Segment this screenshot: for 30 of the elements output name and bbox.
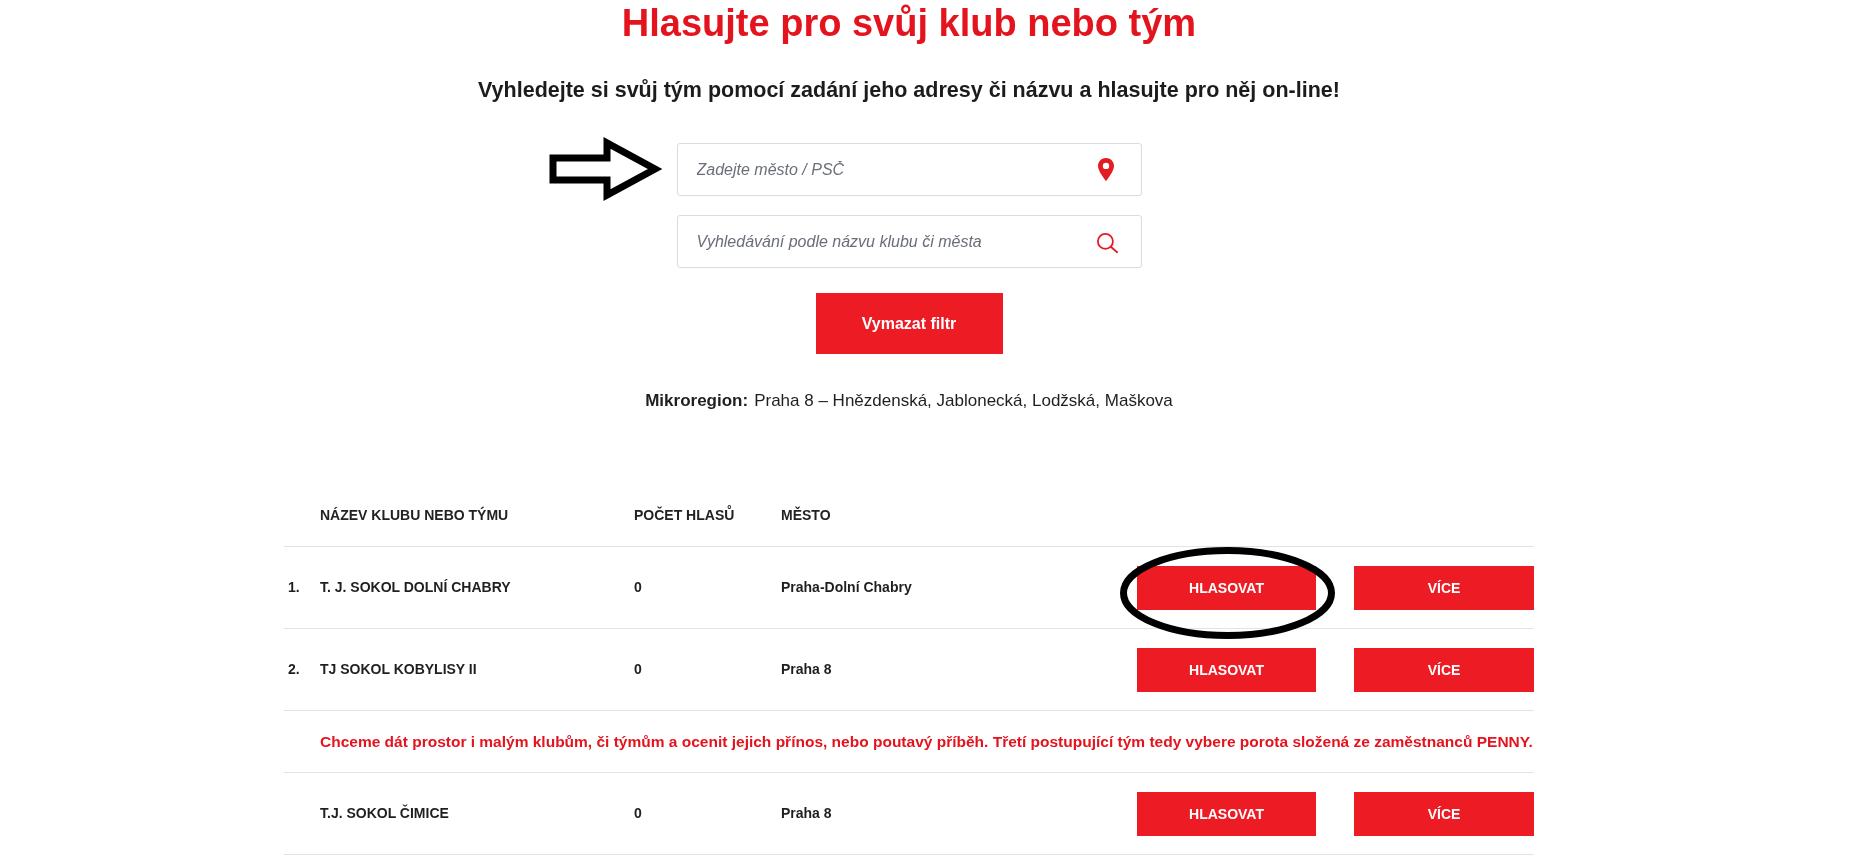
column-header: POČET HLASŮ — [634, 507, 736, 524]
vote-count: 0 — [634, 579, 642, 595]
team-name: TJ SOKOL KOBYLISY II — [320, 661, 477, 677]
rank-number: 1. — [288, 579, 300, 595]
page-title: Hlasujte pro svůj klub nebo tým — [621, 1, 1197, 46]
club-search-field[interactable]: Vyhledávání podle názvu klubu či města — [676, 215, 1142, 268]
clear-filter-button[interactable]: Vymazat filtr — [815, 293, 1003, 354]
vote-button[interactable]: HLASOVAT — [1137, 647, 1316, 692]
info-note: Chceme dát prostor i malým klubům, či týmům a ocenit jejich přínos, nebo poutavý příběh. Třetí postupující tým tedy vybere porota složená ze zaměstnanců PENNY. — [320, 732, 1534, 751]
location-field[interactable]: Zadejte město / PSČ — [676, 143, 1142, 196]
microregion-value: Praha 8 – Hnězdenská, Jablonecká, Lodžská, Maškova — [754, 391, 1173, 410]
column-header: NÁZEV KLUBU NEBO TÝMU — [320, 507, 510, 524]
city-name: Praha-Dolní Chabry — [781, 579, 912, 595]
vote-button[interactable]: HLASOVAT — [1137, 565, 1316, 610]
vote-button[interactable]: HLASOVAT — [1137, 791, 1316, 836]
more-button[interactable]: VÍCE — [1354, 791, 1534, 836]
column-header: MĚSTO — [781, 507, 832, 524]
more-button[interactable]: VÍCE — [1354, 565, 1534, 610]
page-subtitle: Vyhledejte si svůj tým pomocí zadání jeho adresy či názvu a hlasujte pro něj on-line! — [478, 78, 1340, 102]
rank-number: 2. — [288, 661, 300, 677]
team-name: T. J. SOKOL DOLNÍ CHABRY — [320, 579, 511, 595]
map-pin-icon — [1097, 158, 1114, 181]
more-button[interactable]: VÍCE — [1354, 647, 1534, 692]
search-icon — [1096, 233, 1118, 253]
city-name: Praha 8 — [781, 805, 832, 821]
city-name: Praha 8 — [781, 661, 832, 677]
microregion-label: Mikroregion: — [645, 391, 749, 410]
team-name: T.J. SOKOL ČIMICE — [320, 805, 449, 821]
vote-count: 0 — [634, 805, 642, 821]
vote-count: 0 — [634, 661, 642, 677]
